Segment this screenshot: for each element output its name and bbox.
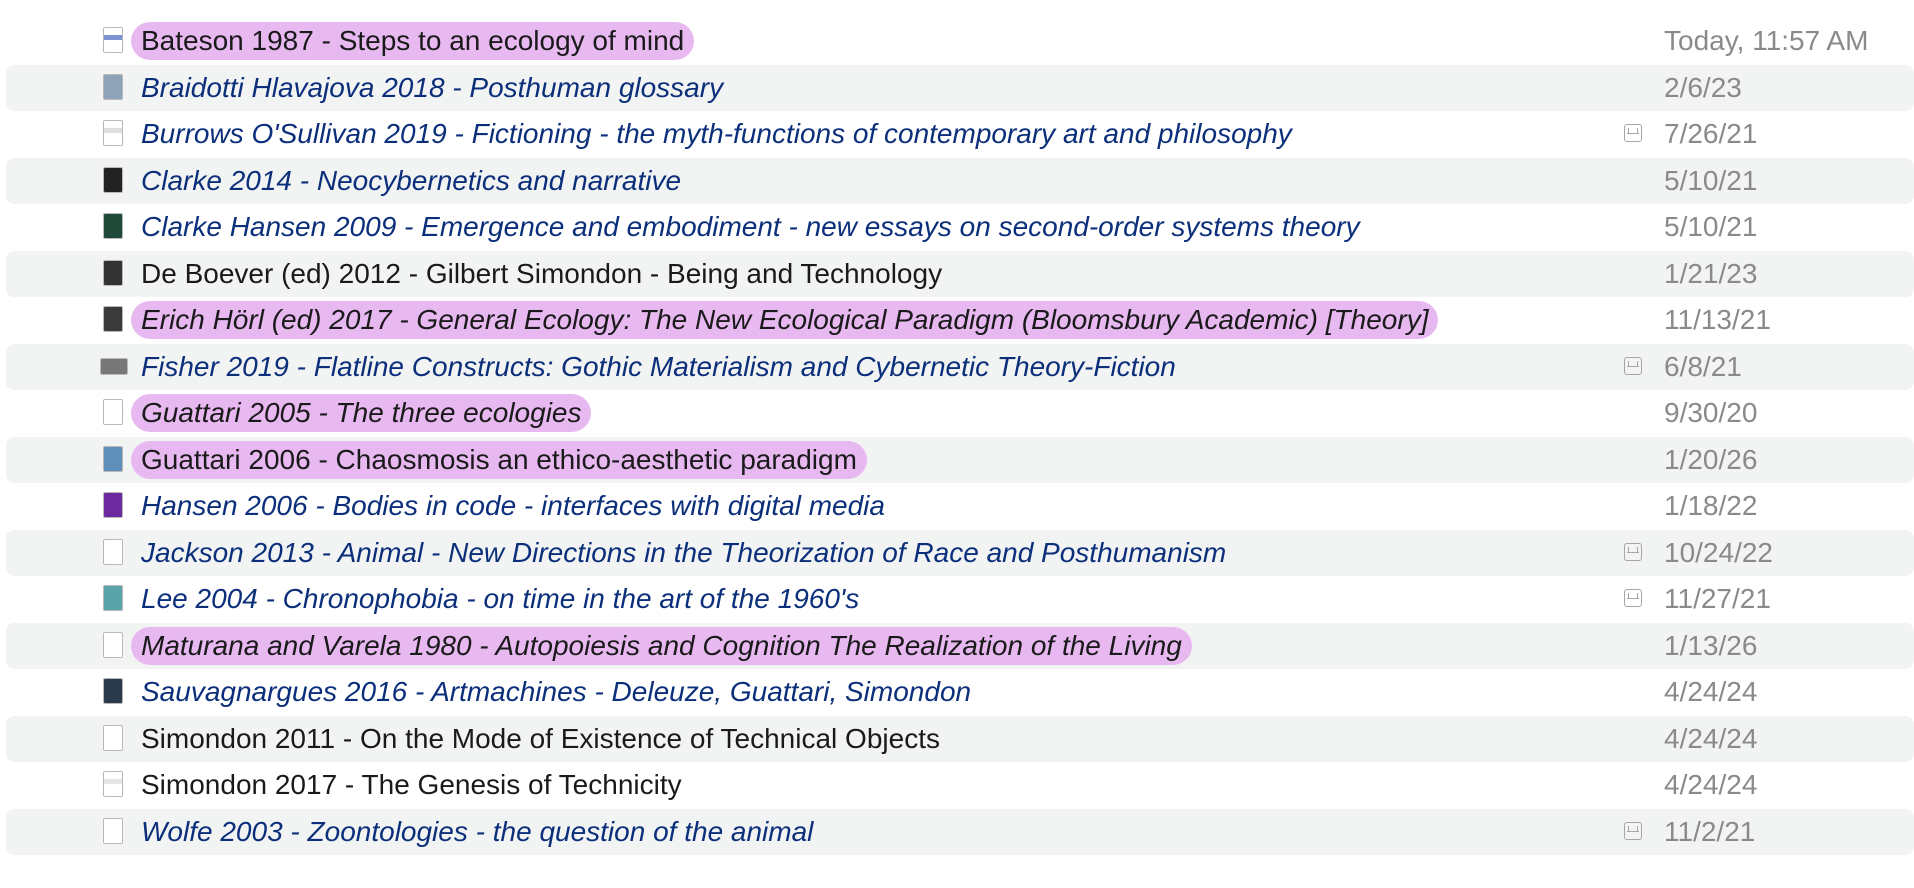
page-icon — [103, 27, 123, 53]
date-modified: 10/24/22 — [1664, 536, 1773, 568]
page-icon — [103, 120, 123, 146]
page-icon — [103, 631, 123, 658]
date-modified: 1/18/22 — [1664, 490, 1758, 521]
date-modified: 7/26/21 — [1664, 118, 1758, 149]
file-name[interactable]: Fisher 2019 - Flatline Constructs: Gothi… — [131, 348, 1186, 386]
page-icon — [103, 817, 123, 844]
date-modified: 11/27/21 — [1664, 583, 1771, 614]
cover-icon — [103, 445, 123, 472]
date-modified: 5/10/21 — [1664, 211, 1758, 242]
file-row[interactable]: Guattari 2005 - The three ecologies 9/30… — [6, 390, 1914, 437]
page-icon — [103, 538, 123, 565]
file-name[interactable]: Hansen 2006 - Bodies in code - interface… — [131, 487, 895, 525]
file-row[interactable]: Erich Hörl (ed) 2017 - General Ecology: … — [6, 297, 1914, 344]
cover-icon — [103, 259, 123, 286]
page-icon — [103, 399, 123, 425]
file-row[interactable]: Fisher 2019 - Flatline Constructs: Gothi… — [6, 343, 1914, 390]
date-modified: 1/20/26 — [1664, 443, 1758, 475]
file-name[interactable]: Jackson 2013 - Animal - New Directions i… — [131, 534, 1236, 572]
cover-icon — [103, 166, 123, 193]
cover-icon — [103, 678, 123, 704]
date-modified: 11/13/21 — [1664, 304, 1771, 335]
file-name[interactable]: Braidotti Hlavajova 2018 - Posthuman glo… — [131, 69, 733, 107]
file-row[interactable]: Sauvagnargues 2016 - Artmachines - Deleu… — [6, 669, 1914, 716]
date-modified: 1/21/23 — [1664, 257, 1758, 289]
file-name[interactable]: Wolfe 2003 - Zoontologies - the question… — [131, 813, 823, 851]
icloud-download-icon[interactable] — [1624, 821, 1642, 840]
file-name[interactable]: Lee 2004 - Chronophobia - on time in the… — [131, 580, 869, 618]
cover-icon — [103, 492, 123, 518]
file-name[interactable]: Burrows O'Sullivan 2019 - Fictioning - t… — [131, 115, 1302, 153]
date-modified: 1/13/26 — [1664, 629, 1758, 661]
file-row[interactable]: Clarke 2014 - Neocybernetics and narrati… — [6, 157, 1914, 204]
file-row[interactable]: Maturana and Varela 1980 - Autopoiesis a… — [6, 622, 1914, 669]
file-row[interactable]: Simondon 2017 - The Genesis of Technicit… — [6, 762, 1914, 809]
file-row[interactable]: Wolfe 2003 - Zoontologies - the question… — [6, 808, 1914, 855]
file-name[interactable]: Clarke 2014 - Neocybernetics and narrati… — [131, 162, 691, 200]
cover-icon — [103, 73, 123, 100]
date-modified: 11/2/21 — [1664, 815, 1756, 847]
page-icon — [103, 771, 123, 797]
date-modified: 2/6/23 — [1664, 71, 1742, 103]
file-name[interactable]: De Boever (ed) 2012 - Gilbert Simondon -… — [131, 255, 952, 293]
cover-icon — [103, 213, 123, 239]
file-name[interactable]: Simondon 2017 - The Genesis of Technicit… — [131, 766, 692, 804]
file-name[interactable]: Bateson 1987 - Steps to an ecology of mi… — [131, 22, 695, 60]
file-name[interactable]: Erich Hörl (ed) 2017 - General Ecology: … — [131, 301, 1439, 339]
file-row[interactable]: De Boever (ed) 2012 - Gilbert Simondon -… — [6, 250, 1914, 297]
file-name[interactable]: Maturana and Varela 1980 - Autopoiesis a… — [131, 626, 1192, 665]
file-name[interactable]: Guattari 2006 - Chaosmosis an ethico-aes… — [131, 440, 867, 479]
icloud-download-icon[interactable] — [1624, 589, 1642, 607]
file-name[interactable]: Guattari 2005 - The three ecologies — [131, 394, 592, 432]
cover-icon — [103, 585, 123, 611]
file-row[interactable]: Simondon 2011 - On the Mode of Existence… — [6, 715, 1914, 762]
file-row[interactable]: Braidotti Hlavajova 2018 - Posthuman glo… — [6, 64, 1914, 111]
date-modified: 5/10/21 — [1664, 164, 1758, 196]
file-row[interactable]: Hansen 2006 - Bodies in code - interface… — [6, 483, 1914, 530]
date-modified: 9/30/20 — [1664, 397, 1758, 428]
file-row[interactable]: Bateson 1987 - Steps to an ecology of mi… — [6, 18, 1914, 65]
file-name[interactable]: Clarke Hansen 2009 - Emergence and embod… — [131, 208, 1370, 246]
date-modified: 6/8/21 — [1664, 350, 1742, 382]
file-name[interactable]: Simondon 2011 - On the Mode of Existence… — [131, 720, 950, 758]
icloud-download-icon[interactable] — [1624, 356, 1642, 375]
file-row[interactable]: Burrows O'Sullivan 2019 - Fictioning - t… — [6, 111, 1914, 158]
date-modified: 4/24/24 — [1664, 769, 1758, 800]
file-row[interactable]: Clarke Hansen 2009 - Emergence and embod… — [6, 204, 1914, 251]
wide-icon — [100, 357, 128, 375]
file-row[interactable]: Lee 2004 - Chronophobia - on time in the… — [6, 576, 1914, 623]
file-name[interactable]: Sauvagnargues 2016 - Artmachines - Deleu… — [131, 673, 981, 711]
date-modified: 4/24/24 — [1664, 676, 1758, 707]
icloud-download-icon[interactable] — [1624, 542, 1642, 561]
file-row[interactable]: Jackson 2013 - Animal - New Directions i… — [6, 529, 1914, 576]
cover-icon — [103, 306, 123, 332]
icloud-download-icon[interactable] — [1624, 124, 1642, 142]
page-icon — [103, 724, 123, 751]
date-modified: 4/24/24 — [1664, 722, 1758, 754]
file-list: Bateson 1987 - Steps to an ecology of mi… — [6, 18, 1914, 855]
date-modified: Today, 11:57 AM — [1664, 25, 1869, 56]
file-row[interactable]: Guattari 2006 - Chaosmosis an ethico-aes… — [6, 436, 1914, 483]
